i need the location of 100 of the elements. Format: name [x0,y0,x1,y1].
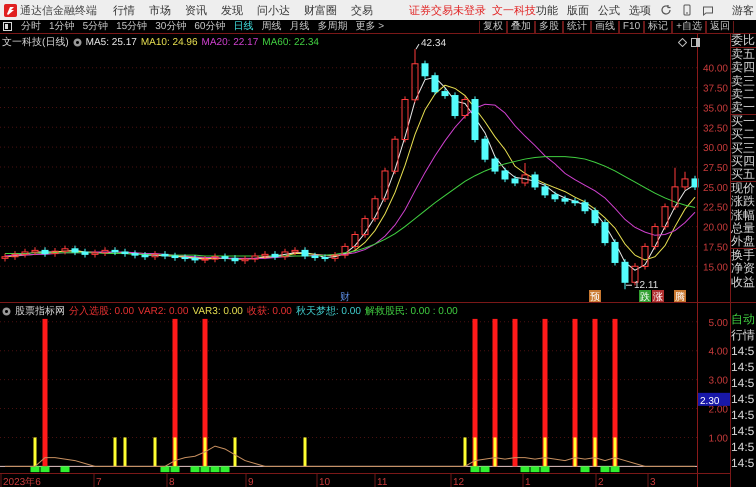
candlestick [252,252,258,263]
legend-item: MA60: 22.34 [262,36,319,48]
candlestick [32,246,38,256]
candlestick [592,207,598,226]
login-status[interactable]: 证券交易未登录 [409,2,486,18]
tick-time: 14:5 [731,391,756,407]
date-label: 10 [319,477,330,487]
date-label: 7 [96,477,102,487]
candlestick [432,72,438,96]
toolbar-button[interactable]: 复权 [478,20,507,32]
message-icon[interactable] [702,4,714,16]
value-tick-label: 5.00 [708,318,728,329]
stock-name: 文一科技 [492,4,536,18]
period-tab[interactable]: 60分钟 [191,20,228,33]
panel-toggle-icon[interactable] [3,22,12,31]
menu-item[interactable]: 市场 [149,2,171,18]
event-marker[interactable]: 财 [340,292,350,302]
candlestick [652,222,658,250]
menu-item[interactable]: 行情 [113,2,135,18]
toolbar-button[interactable]: 标记 [644,20,672,32]
signal-bar [464,437,466,466]
menu-item[interactable]: 财富圈 [304,2,337,18]
settings-icon[interactable] [2,306,11,316]
candlestick [522,162,528,187]
period-tab[interactable]: 周线 [258,20,284,33]
chart-title: 文一科技(日线) [2,36,69,49]
indicator-title: 股票指标网 [15,304,65,318]
period-tab[interactable]: 日线 [230,20,256,33]
period-tab[interactable]: 多周期 [314,20,350,33]
toolbar-button[interactable]: F10 [618,20,644,32]
candlestick [302,246,308,260]
date-label: 8 [169,477,175,487]
legend-item: MA20: 22.17 [202,36,258,48]
quote-label: 换手 [731,249,756,262]
diamond-icon[interactable] [678,38,687,47]
toolbar-button[interactable]: +自选 [672,20,706,32]
candlestick [272,250,278,260]
candlestick [202,255,208,264]
leader-line [416,44,420,50]
candlestick [382,167,388,202]
legend-item: 解救股民: 0.00 : 0.00 [364,305,458,318]
phone-icon[interactable] [681,4,693,16]
signal-bar [114,437,116,466]
date-label: 9 [248,477,254,487]
menu-item[interactable]: 公式 [598,2,620,18]
candlestick [312,252,318,262]
settings-icon[interactable] [72,38,82,46]
tick-header[interactable]: 行情 [731,327,756,343]
toolbar-button[interactable]: 返回 [706,20,734,32]
candlestick [342,242,348,259]
period-tab[interactable]: 更多 > [352,20,388,33]
candlestick [62,245,68,255]
menu-item[interactable]: 版面 [567,2,589,18]
period-tab[interactable]: 15分钟 [113,20,150,33]
menu-item[interactable]: 选项 [629,2,651,18]
quote-label: 卖四 [731,61,756,75]
menu-item[interactable]: 功能 [536,2,558,18]
period-tab[interactable]: 30分钟 [152,20,190,33]
candlestick [502,167,508,183]
panel-icon[interactable] [691,38,700,47]
candlestick [2,253,8,262]
toolbar-button[interactable]: 叠加 [506,20,535,32]
period-tab[interactable]: 月线 [286,20,312,33]
current-value-label: 2.30 [698,392,730,407]
candlestick [572,197,578,206]
period-tab[interactable]: 分时 [18,20,44,33]
quote-label: 总量 [731,222,756,236]
event-marker[interactable]: 涨 [652,290,664,302]
value-tick-label: 4.00 [708,346,728,358]
tick-header[interactable]: 自动 [731,311,756,327]
menu-item[interactable]: 资讯 [185,2,207,18]
price-tick-label: 15.00 [702,262,728,274]
tick-time: 14:5 [731,455,756,471]
candlestick [462,96,468,120]
candlestick [42,246,48,258]
candlestick [362,214,368,238]
candlestick [72,245,78,256]
toolbar-button[interactable]: 统计 [562,20,591,32]
period-tab[interactable]: 5分钟 [80,20,112,33]
candlestick [492,155,498,175]
menu-item[interactable]: 发现 [221,2,243,18]
legend-item: MA5: 25.17 [86,36,137,48]
tick-time: 14:5 [731,423,756,439]
candlestick [372,195,378,222]
candlestick [182,254,188,262]
candlestick [172,252,178,262]
date-label: 1 [525,477,531,487]
refresh-icon[interactable] [660,4,672,16]
toolbar-button[interactable]: 画线 [590,20,619,32]
candlestick [152,250,158,260]
quote-label: 委比 [731,34,756,48]
candlestick [442,88,448,100]
menu-item[interactable]: 交易 [351,2,373,18]
quote-label: 涨幅 [731,208,756,222]
candlestick [112,246,118,256]
tick-time: 14:5 [731,343,756,359]
period-tab[interactable]: 1分钟 [46,20,78,33]
menu-item[interactable]: 问小达 [257,2,290,18]
toolbar-button[interactable]: 多股 [534,20,563,32]
user-name[interactable]: 游客 [732,2,754,18]
